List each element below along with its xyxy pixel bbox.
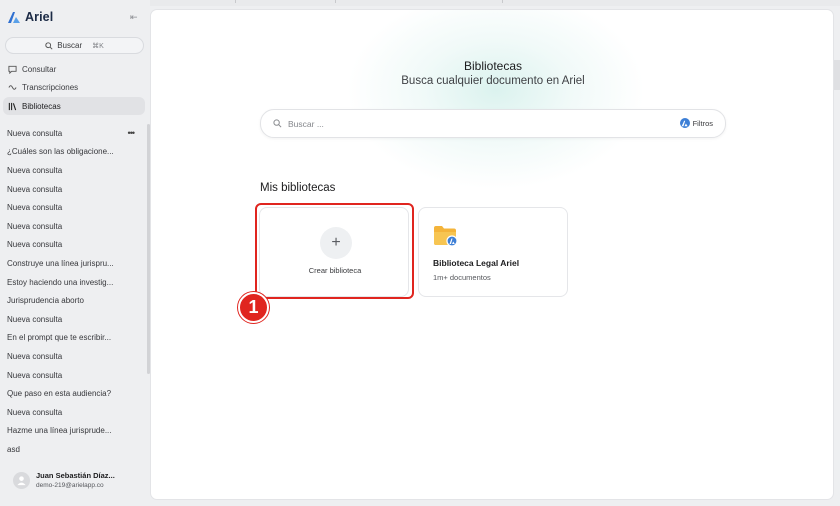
- library-icon: [8, 102, 17, 110]
- history-item[interactable]: Nueva consulta: [0, 310, 146, 329]
- user-icon: [17, 475, 26, 485]
- brand[interactable]: Ariel: [7, 10, 53, 24]
- create-library-card[interactable]: + Crear biblioteca: [259, 207, 409, 297]
- history-list: Nueva consulta ••• ¿Cuáles son las obliga…: [0, 124, 146, 454]
- history-item[interactable]: Nueva consulta: [0, 403, 146, 422]
- history-item-label: Hazme una línea jurisprude...: [7, 426, 112, 436]
- history-item-label: Nueva consulta: [7, 370, 63, 380]
- history-item-label: ¿Cuáles son las obligacione...: [7, 147, 114, 157]
- history-item-label: Nueva consulta: [7, 184, 63, 194]
- search-label: Buscar: [57, 41, 83, 50]
- page-subtitle: Busca cualquier documento en Ariel: [401, 75, 585, 87]
- search-icon: [273, 119, 282, 128]
- sidebar: Ariel ⇤ Buscar ⌘K Consultar Transcripcio…: [0, 0, 150, 506]
- tab-divider: [235, 0, 236, 3]
- history-item-label: asd: [7, 444, 20, 454]
- history-item[interactable]: Nueva consulta: [0, 236, 146, 255]
- sidebar-item-label: Transcripciones: [22, 83, 79, 93]
- history-item-label: Jurisprudencia aborto: [7, 296, 84, 306]
- search-placeholder: Buscar ...: [288, 119, 324, 129]
- user-name: Juan Sebastián Díaz...: [36, 471, 115, 480]
- library-card[interactable]: Biblioteca Legal Ariel 1m+ documentos: [418, 207, 568, 297]
- library-count: 1m+ documentos: [433, 273, 491, 282]
- history-item-label: Nueva consulta: [7, 203, 63, 213]
- ariel-logo-icon: [8, 12, 20, 23]
- sidebar-nav: Consultar Transcripciones Bibliotecas: [3, 60, 145, 116]
- history-item-label: Nueva consulta: [7, 240, 63, 250]
- tab-divider: [335, 0, 336, 3]
- avatar: [13, 471, 30, 489]
- filter-icon: [679, 118, 690, 128]
- history-item[interactable]: asd: [0, 440, 146, 454]
- history-item-label: Nueva consulta: [7, 221, 63, 231]
- history-item[interactable]: Hazme una línea jurisprude...: [0, 422, 146, 441]
- search-shortcut: ⌘K: [92, 42, 104, 50]
- user-email: demo-219@arielapp.co: [36, 482, 104, 489]
- top-strip: [150, 0, 840, 6]
- history-item-label: Construye una línea jurispru...: [7, 258, 114, 268]
- main-panel: Bibliotecas Busca cualquier documento en…: [150, 9, 834, 500]
- history-item[interactable]: En el prompt que te escribir...: [0, 329, 146, 348]
- transcription-icon: [8, 85, 17, 90]
- history-item-label: Estoy haciendo una investig...: [7, 277, 114, 287]
- chat-icon: [8, 65, 17, 74]
- search-icon: [45, 41, 53, 50]
- background-glow: [346, 10, 646, 190]
- history-item[interactable]: Jurisprudencia aborto: [0, 291, 146, 310]
- history-item-label: Que paso en esta audiencia?: [7, 389, 112, 399]
- history-item[interactable]: Estoy haciendo una investig...: [0, 273, 146, 292]
- window-edge: [834, 60, 840, 90]
- history-item-label: Nueva consulta: [7, 314, 63, 324]
- library-name: Biblioteca Legal Ariel: [433, 258, 520, 268]
- folder-icon: [434, 226, 457, 247]
- sidebar-item-consultar[interactable]: Consultar: [3, 60, 145, 78]
- history-item-label: Nueva consulta: [7, 128, 63, 138]
- sidebar-search-button[interactable]: Buscar ⌘K: [5, 37, 144, 54]
- sidebar-item-label: Consultar: [22, 64, 57, 74]
- sidebar-item-transcripciones[interactable]: Transcripciones: [3, 79, 145, 97]
- history-item-label: Nueva consulta: [7, 407, 63, 417]
- history-item-label: Nueva consulta: [7, 351, 63, 361]
- tab-divider: [502, 0, 503, 3]
- history-item[interactable]: Nueva consulta: [0, 366, 146, 385]
- sidebar-item-label: Bibliotecas: [22, 101, 61, 111]
- history-item-label: Nueva consulta: [7, 165, 63, 175]
- history-item[interactable]: Nueva consulta: [0, 161, 146, 180]
- history-item[interactable]: Nueva consulta: [0, 217, 146, 236]
- section-title: Mis bibliotecas: [260, 182, 336, 194]
- history-item[interactable]: ¿Cuáles son las obligacione...: [0, 143, 146, 162]
- filters-button[interactable]: Filtros: [679, 118, 713, 128]
- page-title: Bibliotecas: [463, 59, 523, 73]
- history-item[interactable]: Nueva consulta: [0, 198, 146, 217]
- history-item[interactable]: Nueva consulta: [0, 180, 146, 199]
- history-item[interactable]: Que paso en esta audiencia?: [0, 384, 146, 403]
- app-name: Ariel: [25, 10, 54, 24]
- more-options-icon[interactable]: •••: [128, 128, 136, 138]
- history-item[interactable]: Nueva consulta •••: [0, 124, 146, 143]
- sidebar-item-bibliotecas[interactable]: Bibliotecas: [3, 97, 145, 116]
- annotation-step-badge: 1: [238, 292, 269, 323]
- create-library-label: Crear biblioteca: [308, 266, 362, 275]
- history-item-label: En el prompt que te escribir...: [7, 333, 112, 343]
- history-item[interactable]: Nueva consulta: [0, 347, 146, 366]
- user-profile[interactable]: Juan Sebastián Díaz... demo-219@arielapp…: [13, 471, 115, 489]
- collapse-sidebar-icon[interactable]: ⇤: [130, 12, 138, 23]
- history-item[interactable]: Construye una línea jurispru...: [0, 254, 146, 273]
- plus-icon: +: [320, 227, 352, 259]
- library-search-input[interactable]: Buscar ... Filtros: [260, 109, 726, 138]
- filters-label: Filtros: [692, 118, 713, 128]
